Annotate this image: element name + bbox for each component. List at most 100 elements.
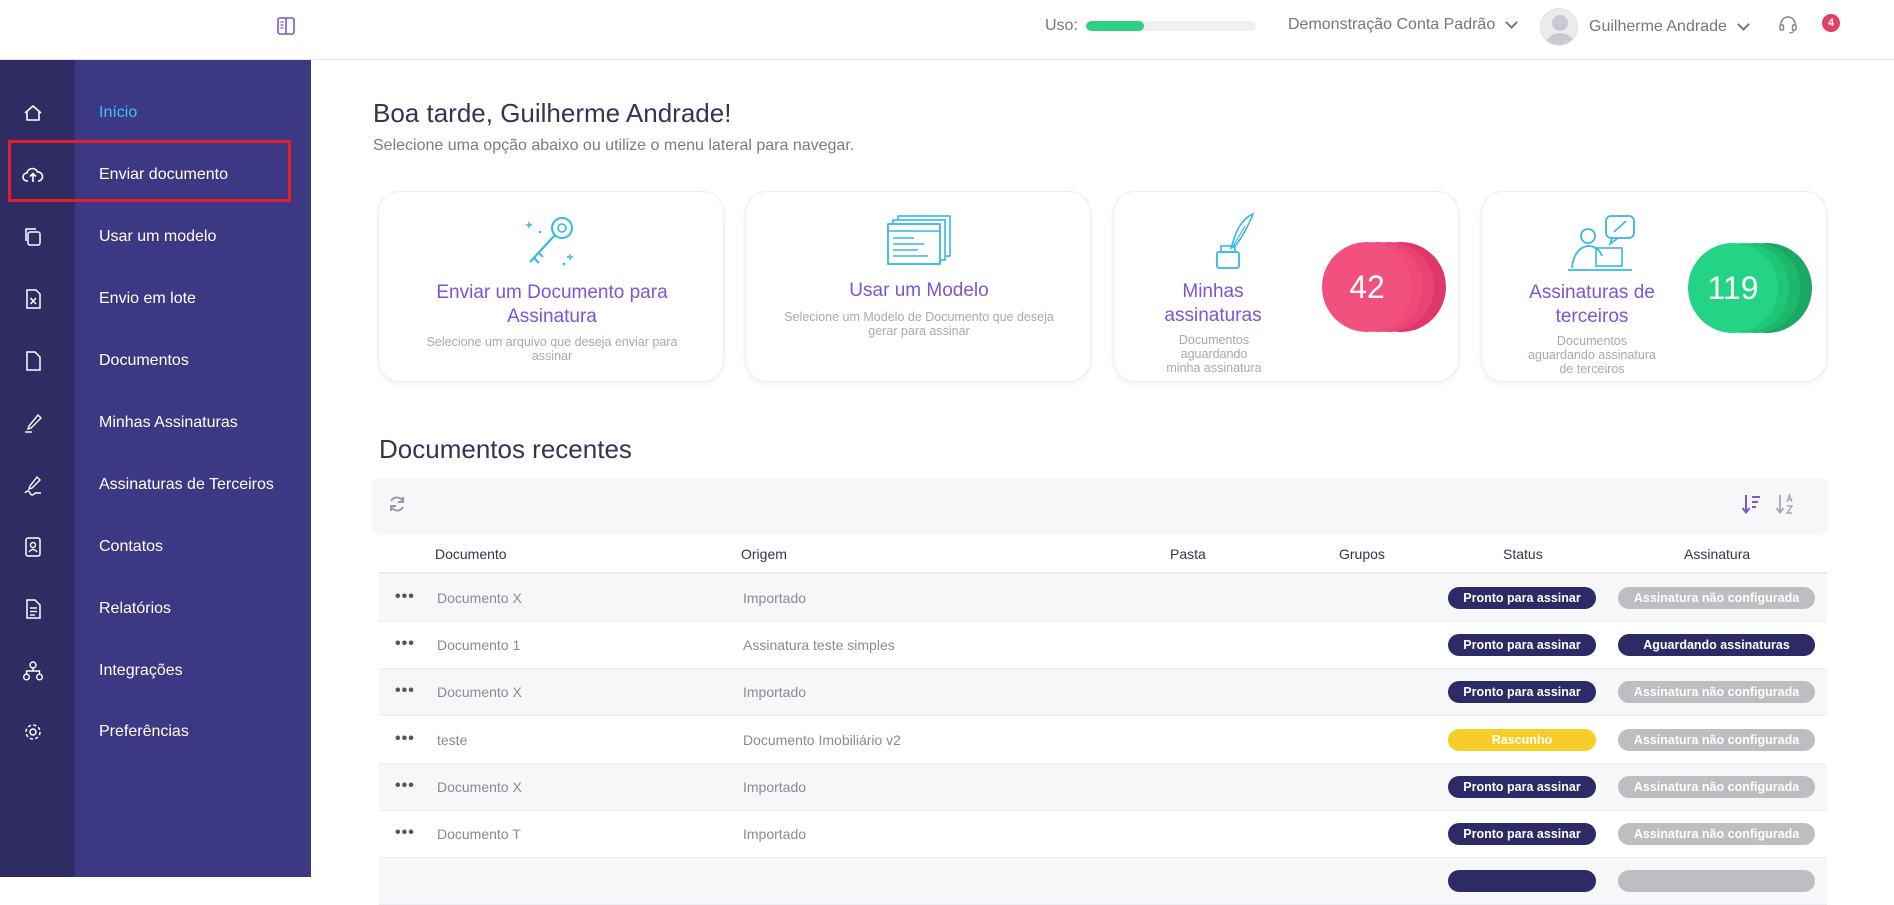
signature-badge (1618, 870, 1815, 893)
status-badge: Pronto para assinar (1448, 681, 1596, 704)
section-title-recent: Documentos recentes (379, 434, 632, 464)
sidebar-item-label: Usar um modelo (99, 228, 217, 245)
card-title: Usar um Modelo (849, 280, 989, 301)
document-origin: Importado (743, 778, 807, 795)
table-row[interactable]: ••• Documento X Importado Pronto para assin… (379, 575, 1827, 622)
sidebar-item-label: Preferências (99, 723, 189, 740)
sidebar-item-enviar-documento[interactable]: Enviar documento (0, 144, 311, 206)
report-icon (26, 599, 41, 619)
sidebar-item-preferências[interactable]: Preferências (0, 701, 311, 763)
signature-badge: Aguardando assinaturas (1618, 634, 1815, 657)
column-header[interactable]: Origem (741, 546, 787, 562)
table-row[interactable]: ••• teste Documento Imobiliário v2 Rascunho… (379, 717, 1827, 764)
column-header[interactable]: Grupos (1339, 546, 1385, 562)
document-name: teste (437, 731, 468, 748)
account-selector[interactable]: Demonstração Conta Padrão (1288, 16, 1519, 34)
sidebar-item-documentos[interactable]: Documentos (0, 330, 311, 392)
third-party-count: 119 (1707, 270, 1759, 306)
cloud-upload-icon (22, 167, 44, 182)
document-origin: Assinatura teste simples (743, 637, 895, 654)
table-row[interactable]: ••• Documento T Importado Pronto para assin… (379, 811, 1827, 858)
chevron-down-icon (1736, 18, 1750, 31)
usage-bar (1085, 21, 1256, 31)
person-chat-icon (1568, 215, 1635, 271)
table-row[interactable]: ••• Documento X Importado Pronto para assin… (379, 763, 1827, 811)
sort-alphabetical-icon[interactable] (1775, 493, 1797, 515)
table-toolbar (373, 478, 1827, 532)
column-header[interactable]: Status (1503, 546, 1543, 562)
sidebar-item-label: Documentos (99, 352, 189, 369)
table-row[interactable]: ••• Documento X Importado Pronto para assin… (379, 669, 1827, 717)
column-header[interactable]: Documento (435, 546, 507, 562)
usage-bar-fill (1085, 21, 1144, 31)
my-signatures-count: 42 (1349, 269, 1385, 305)
document-origin: Importado (743, 826, 807, 842)
card-third-party-signatures[interactable]: Assinaturas de terceiros Documentos agua… (1481, 191, 1827, 382)
card-title: Minhas assinaturas (1164, 281, 1262, 326)
top-bar: Uso: Demonstração Conta Padrão Guilherme… (0, 0, 1894, 60)
signature-badge: Assinatura não configurada (1618, 823, 1815, 845)
notification-badge[interactable]: 4 (1822, 14, 1840, 32)
document-origin: Documento Imobiliário v2 (743, 731, 901, 748)
sidebar-item-label: Enviar documento (99, 166, 228, 183)
sidebar-item-label: Assinaturas de Terceiros (99, 476, 274, 493)
sidebar-toggle-icon[interactable] (276, 16, 296, 36)
sidebar-item-integrações[interactable]: Integrações (0, 640, 311, 702)
signature-badge: Assinatura não configurada (1618, 775, 1815, 798)
signature-badge: Assinatura não configurada (1618, 587, 1815, 609)
integration-icon (23, 661, 43, 681)
column-header[interactable]: Assinatura (1684, 546, 1750, 562)
refresh-icon[interactable] (387, 494, 407, 514)
status-badge: Pronto para assinar (1448, 823, 1596, 845)
template-icon (25, 228, 41, 246)
sort-descending-icon[interactable] (1741, 493, 1761, 515)
sidebar-item-label: Início (99, 104, 138, 121)
spreadsheet-icon (26, 289, 41, 309)
sidebar-item-minhas-assinaturas[interactable]: Minhas Assinaturas (0, 392, 311, 454)
account-name: Demonstração Conta Padrão (1288, 16, 1496, 33)
sidebar-item-início[interactable]: Início (0, 82, 311, 144)
card-description: Documentos aguardando minha assinatura (1166, 333, 1262, 375)
row-actions-icon[interactable]: ••• (395, 730, 415, 748)
sidebar-item-label: Envio em lote (99, 290, 196, 307)
sidebar-item-envio-em-lote[interactable]: Envio em lote (0, 268, 311, 330)
user-name: Guilherme Andrade (1589, 18, 1727, 35)
document-name: Documento X (437, 778, 522, 795)
table-header: Documento Origem Pasta Grupos Status Ass… (379, 534, 1827, 574)
status-badge: Pronto para assinar (1448, 775, 1596, 798)
page-subtitle: Selecione uma opção abaixo ou utilize o … (373, 137, 855, 154)
sidebar-item-contatos[interactable]: Contatos (0, 516, 311, 578)
headset-icon[interactable] (1778, 15, 1798, 35)
key-icon (526, 217, 573, 266)
chevron-down-icon (1505, 16, 1519, 29)
row-actions-icon[interactable]: ••• (395, 588, 415, 606)
bubble-main: 119 (1688, 243, 1778, 333)
card-use-template[interactable]: Usar um Modelo Selecione um Modelo de Do… (745, 191, 1091, 382)
document-name: Documento 1 (437, 637, 521, 654)
document-name: Documento X (437, 684, 522, 701)
column-header[interactable]: Pasta (1170, 546, 1206, 562)
row-actions-icon[interactable]: ••• (395, 777, 415, 795)
pen-icon (25, 413, 42, 433)
sidebar-item-relatórios[interactable]: Relatórios (0, 578, 311, 640)
card-my-signatures[interactable]: Minhas assinaturas Documentos aguardando… (1113, 191, 1459, 382)
row-actions-icon[interactable]: ••• (395, 635, 415, 653)
card-send-document[interactable]: Enviar um Documento para Assinatura Sele… (378, 191, 724, 382)
document-name: Documento T (437, 826, 521, 842)
card-description: Selecione um Modelo de Documento que des… (784, 310, 1054, 338)
card-title: Enviar um Documento para Assinatura (436, 282, 668, 327)
status-badge: Pronto para assinar (1448, 634, 1596, 657)
document-origin: Importado (743, 684, 807, 701)
table-row[interactable] (379, 858, 1827, 905)
table-row[interactable]: ••• Documento 1 Assinatura teste simples Pr… (379, 622, 1827, 670)
sidebar-item-label: Relatórios (99, 600, 172, 617)
row-actions-icon[interactable]: ••• (395, 682, 415, 700)
sidebar-item-assinaturas-de-terceiros[interactable]: Assinaturas de Terceiros (0, 454, 311, 516)
bubble-main: 42 (1322, 242, 1412, 332)
sidebar-item-usar-um-modelo[interactable]: Usar um modelo (0, 206, 311, 268)
row-actions-icon[interactable]: ••• (395, 824, 415, 842)
card-description: Documentos aguardando assinatura de terc… (1528, 334, 1656, 376)
gear-icon (25, 724, 41, 740)
user-menu[interactable]: Guilherme Andrade (1540, 8, 1750, 46)
sidebar-item-label: Integrações (99, 662, 183, 679)
